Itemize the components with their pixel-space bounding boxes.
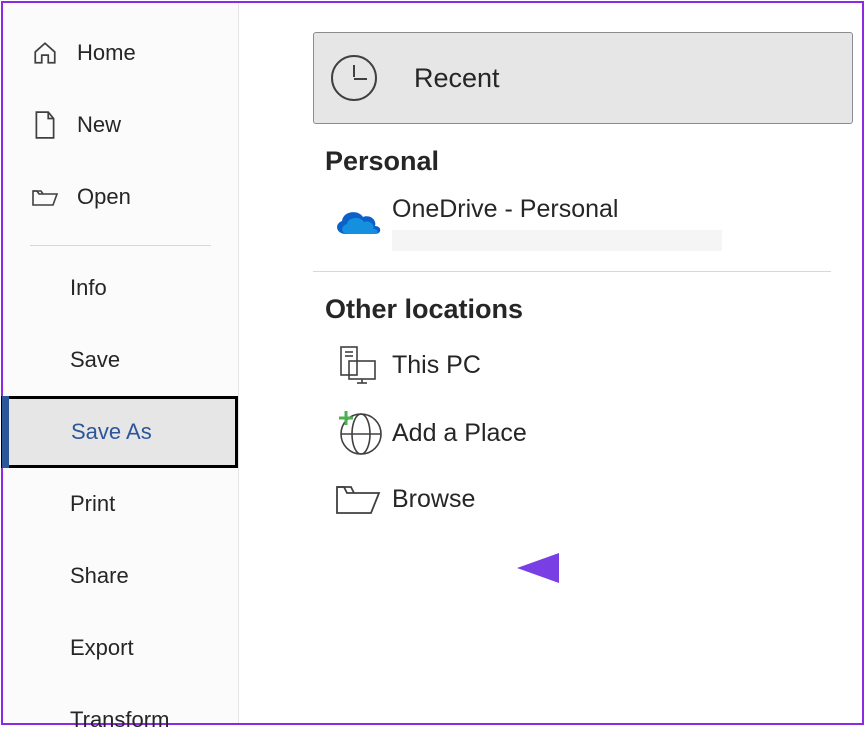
- add-place-label: Add a Place: [392, 419, 527, 448]
- home-icon: [30, 38, 60, 68]
- sidebar-save-as[interactable]: Save As: [1, 396, 238, 468]
- sidebar-info[interactable]: Info: [3, 252, 238, 324]
- sidebar-label: Save As: [71, 419, 152, 445]
- sidebar-label: Transform: [70, 707, 169, 733]
- sidebar-label: Share: [70, 563, 129, 589]
- sidebar-label: New: [77, 112, 121, 138]
- main-panel: Recent Personal OneDrive - Personal Othe…: [239, 3, 865, 723]
- sidebar: Home New Open Info Save Save As Print: [3, 3, 239, 723]
- sidebar-label: Home: [77, 40, 136, 66]
- sidebar-share[interactable]: Share: [3, 540, 238, 612]
- sidebar-home[interactable]: Home: [3, 17, 238, 89]
- sidebar-print[interactable]: Print: [3, 468, 238, 540]
- sidebar-export[interactable]: Export: [3, 612, 238, 684]
- clock-icon: [331, 55, 377, 101]
- add-place-icon: [322, 407, 392, 459]
- sidebar-label: Print: [70, 491, 115, 517]
- sidebar-new[interactable]: New: [3, 89, 238, 161]
- location-onedrive[interactable]: OneDrive - Personal: [313, 185, 853, 261]
- browse-label: Browse: [392, 485, 475, 514]
- sidebar-divider: [30, 245, 211, 246]
- onedrive-label: OneDrive - Personal: [392, 195, 722, 224]
- sidebar-save[interactable]: Save: [3, 324, 238, 396]
- section-other: Other locations: [325, 294, 853, 325]
- sidebar-label: Open: [77, 184, 131, 210]
- sidebar-open[interactable]: Open: [3, 161, 238, 233]
- sidebar-label: Info: [70, 275, 107, 301]
- recent-label: Recent: [414, 63, 500, 94]
- folder-open-icon: [30, 182, 60, 212]
- browse-folder-icon: [322, 479, 392, 519]
- sidebar-transform[interactable]: Transform: [3, 684, 238, 756]
- this-pc-icon: [322, 343, 392, 387]
- sidebar-label: Export: [70, 635, 134, 661]
- location-add-place[interactable]: Add a Place: [313, 397, 853, 469]
- section-personal: Personal: [325, 146, 853, 177]
- app-frame: Home New Open Info Save Save As Print: [1, 1, 864, 725]
- divider: [313, 271, 831, 272]
- new-icon: [30, 110, 60, 140]
- onedrive-icon: [322, 206, 392, 240]
- sidebar-label: Save: [70, 347, 120, 373]
- location-browse[interactable]: Browse: [313, 469, 853, 529]
- recent-option[interactable]: Recent: [313, 32, 853, 124]
- this-pc-label: This PC: [392, 351, 481, 380]
- location-this-pc[interactable]: This PC: [313, 333, 853, 397]
- onedrive-email-redacted: [392, 230, 722, 251]
